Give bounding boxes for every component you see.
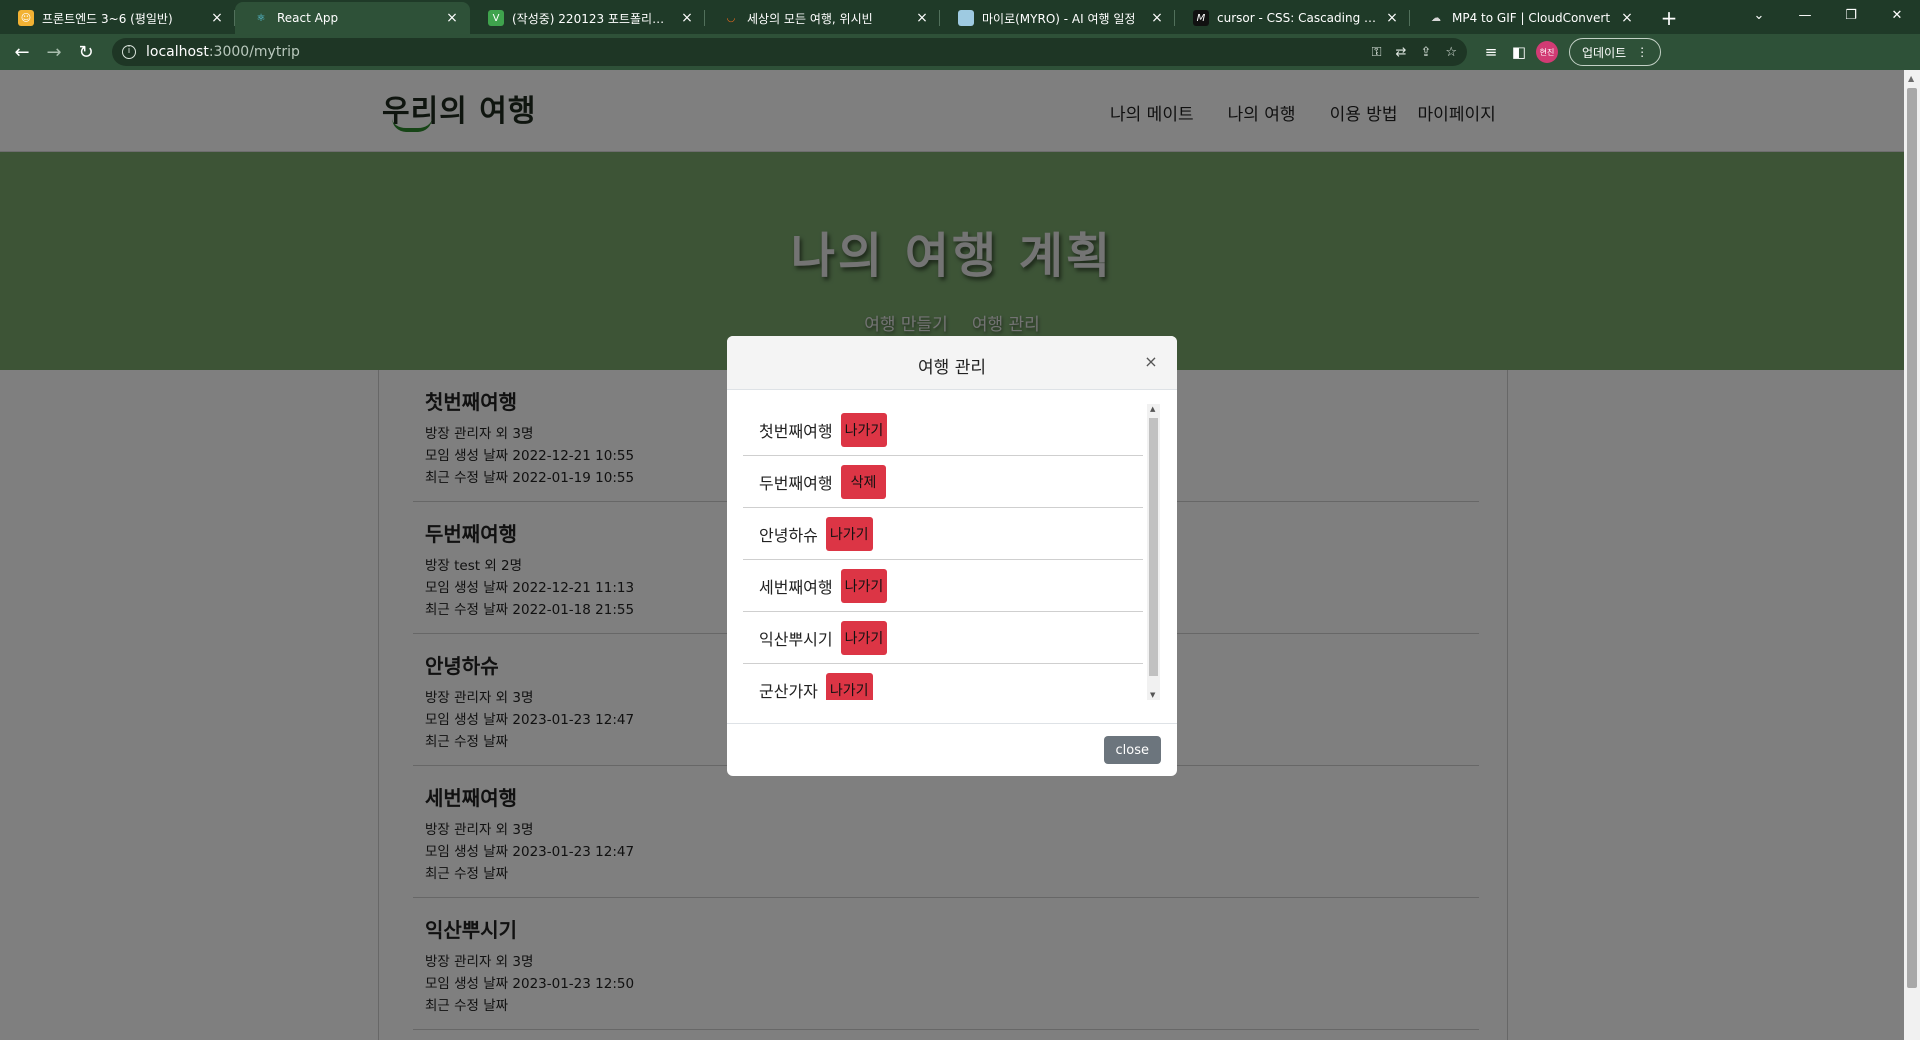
browser-tab[interactable]: V (작성중) 220123 포트폴리오 프 × [470, 2, 705, 34]
scroll-up-arrow-icon[interactable]: ▲ [1150, 405, 1155, 413]
manage-list[interactable]: 첫번째여행 나가기 두번째여행 삭제 안녕하슈 나가기 세번째여행 나가기 익산뿌시기 나… [743, 404, 1160, 700]
tab-close-icon[interactable]: × [679, 10, 695, 26]
close-button[interactable]: close [1103, 736, 1161, 764]
restore-icon[interactable]: ❐ [1828, 0, 1874, 30]
key-icon[interactable]: ⚿ [1372, 45, 1382, 60]
list-item: 세번째여행 나가기 [743, 560, 1143, 612]
tab-close-icon[interactable]: × [1619, 10, 1635, 26]
tab-close-icon[interactable]: × [209, 10, 225, 26]
tab-favicon-icon: ◡ [726, 12, 736, 24]
tab-title: (작성중) 220123 포트폴리오 프 [512, 11, 673, 26]
page-viewport: 우리의 여행 나의 메이트 나의 여행 이용 방법 마이페이지 나의 여행 계획… [0, 70, 1904, 1040]
browser-tab[interactable]: ☺ 프론트엔드 3~6 (평일반) × [0, 2, 235, 34]
cloud-favicon-icon: ☁ [1431, 12, 1441, 24]
trip-name: 두번째여행 [759, 473, 833, 493]
tab-close-icon[interactable]: × [914, 10, 930, 26]
list-item: 익산뿌시기 나가기 [743, 612, 1143, 664]
close-icon[interactable]: × [1143, 354, 1159, 370]
list-scrollbar[interactable]: ▲ ▼ [1147, 404, 1160, 700]
tab-favicon-icon [958, 10, 974, 26]
more-menu-icon: ⋮ [1636, 45, 1649, 59]
reload-icon[interactable]: ↻ [70, 36, 102, 68]
browser-toolbar: ← → ↻ i localhost:3000/mytrip ⚿ ⇄ ⇪ ☆ ≡ … [0, 34, 1920, 70]
trip-name: 세번째여행 [759, 577, 833, 597]
browser-tab-active[interactable]: ⚛ React App × [235, 2, 470, 34]
list-item: 두번째여행 삭제 [743, 456, 1143, 508]
scrollbar-thumb[interactable] [1907, 88, 1917, 988]
leave-button[interactable]: 나가기 [825, 672, 873, 700]
scroll-down-arrow-icon[interactable]: ▼ [1150, 691, 1155, 699]
tab-title: MP4 to GIF | CloudConvert [1452, 11, 1611, 25]
trip-name: 군산가자 [759, 681, 818, 701]
modal-title: 여행 관리 [918, 358, 986, 378]
modal-header: 여행 관리 × [727, 336, 1177, 390]
tab-search-chevron-icon[interactable]: ⌄ [1736, 0, 1782, 30]
window-close-icon[interactable]: ✕ [1874, 0, 1920, 30]
update-label: 업데이트 [1582, 45, 1627, 60]
tab-favicon-icon: ☺ [18, 10, 34, 26]
tab-title: 마이로(MYRO) - AI 여행 일정 [982, 11, 1136, 26]
browser-tab-strip: ☺ 프론트엔드 3~6 (평일반) × ⚛ React App × V (작성중) 220… [0, 0, 1920, 34]
list-item: 군산가자 나가기 [743, 664, 1143, 700]
modal-footer: close [727, 724, 1177, 776]
browser-tab[interactable]: 마이로(MYRO) - AI 여행 일정 × [940, 2, 1175, 34]
react-favicon-icon: ⚛ [256, 12, 266, 24]
list-item: 첫번째여행 나가기 [743, 404, 1143, 456]
page-scrollbar[interactable]: ▲ [1904, 70, 1920, 1040]
browser-tab[interactable]: Mcursor - CSS: Cascading Style S × [1175, 2, 1410, 34]
tab-title: React App [277, 11, 339, 25]
trip-name: 안녕하슈 [759, 525, 818, 545]
leave-button[interactable]: 나가기 [825, 516, 873, 551]
bookmark-star-icon[interactable]: ☆ [1445, 45, 1457, 60]
leave-button[interactable]: 나가기 [840, 412, 888, 447]
tab-favicon-icon: V [488, 10, 504, 26]
new-tab-icon[interactable]: + [1653, 2, 1685, 34]
browser-tab[interactable]: ☁ MP4 to GIF | CloudConvert × [1410, 2, 1645, 34]
url-host: localhost [146, 44, 209, 60]
profile-button[interactable]: 현진 [1533, 38, 1561, 66]
trip-name: 첫번째여행 [759, 421, 833, 441]
tab-title: cursor - CSS: Cascading Style S [1217, 11, 1378, 25]
tab-favicon-icon: M [1193, 10, 1209, 26]
site-info-icon[interactable]: i [122, 45, 136, 59]
scroll-up-arrow-icon[interactable]: ▲ [1908, 74, 1914, 83]
forward-arrow-icon[interactable]: → [38, 36, 70, 68]
back-arrow-icon[interactable]: ← [6, 36, 38, 68]
trip-manage-modal: 여행 관리 × 첫번째여행 나가기 두번째여행 삭제 안녕하슈 나가기 세번째여행 나가… [727, 336, 1177, 776]
scrollbar-thumb[interactable] [1149, 418, 1158, 676]
side-panel-icon[interactable]: ◧ [1505, 38, 1533, 66]
tab-close-icon[interactable]: × [1149, 10, 1165, 26]
leave-button[interactable]: 나가기 [840, 620, 888, 655]
delete-button[interactable]: 삭제 [840, 464, 887, 499]
translate-icon[interactable]: ⇄ [1396, 45, 1407, 60]
modal-body: 첫번째여행 나가기 두번째여행 삭제 안녕하슈 나가기 세번째여행 나가기 익산뿌시기 나… [727, 390, 1177, 724]
avatar: 현진 [1536, 41, 1558, 63]
tab-title: 세상의 모든 여행, 위시빈 [747, 11, 873, 26]
tab-close-icon[interactable]: × [1384, 10, 1400, 26]
address-bar[interactable]: i localhost:3000/mytrip ⚿ ⇄ ⇪ ☆ [112, 38, 1467, 66]
leave-button[interactable]: 나가기 [840, 568, 888, 603]
tab-title: 프론트엔드 3~6 (평일반) [42, 11, 173, 26]
list-item: 안녕하슈 나가기 [743, 508, 1143, 560]
share-icon[interactable]: ⇪ [1420, 45, 1431, 60]
minimize-icon[interactable]: — [1782, 0, 1828, 30]
reading-list-icon[interactable]: ≡ [1477, 38, 1505, 66]
update-button[interactable]: 업데이트 ⋮ [1569, 38, 1662, 66]
browser-tab[interactable]: ◡ 세상의 모든 여행, 위시빈 × [705, 2, 940, 34]
trip-name: 익산뿌시기 [759, 629, 833, 649]
tab-close-icon[interactable]: × [444, 10, 460, 26]
url-path: :3000/mytrip [208, 44, 300, 60]
